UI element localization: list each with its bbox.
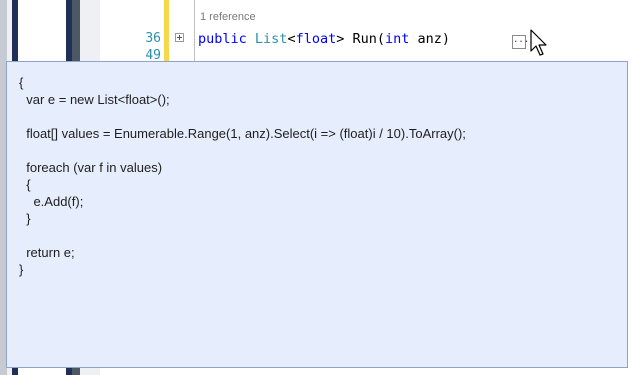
type-list: List — [254, 31, 288, 47]
parameter: anz) — [409, 31, 451, 47]
modified-line-marker — [164, 0, 169, 62]
code-line: foreach (var f in values) — [19, 160, 163, 175]
code-line: { — [19, 75, 24, 90]
code-line: var e = new List<float>(); — [19, 92, 170, 107]
line-number: 36 — [145, 31, 161, 46]
code-line: } — [19, 262, 24, 277]
collapsed-code-tooltip: { var e = new List<float>(); float[] val… — [6, 61, 628, 368]
method-signature: public List<float> Run(int anz) — [198, 31, 450, 47]
keyword-int: int — [385, 31, 410, 47]
codelens-reference-count[interactable]: 1 reference — [200, 11, 256, 23]
code-line: e.Add(f); — [19, 194, 84, 209]
collapsed-region-marker[interactable]: ... — [512, 35, 529, 49]
code-line: return e; — [19, 245, 75, 260]
code-line: } — [19, 211, 31, 226]
fold-guide-line — [194, 0, 195, 62]
method-name: > Run( — [336, 31, 385, 47]
tooltip-code-block: { var e = new List<float>(); float[] val… — [19, 74, 466, 278]
code-line: { — [19, 177, 31, 192]
expand-icon[interactable] — [175, 33, 184, 42]
keyword-public: public — [198, 31, 247, 47]
keyword-float: float — [295, 31, 337, 47]
generic-open: < — [287, 31, 296, 47]
mouse-pointer-icon — [530, 29, 547, 56]
code-line: float[] values = Enumerable.Range(1, anz… — [19, 126, 466, 141]
code-editor[interactable]: 36 49 1 reference public List<float> Run… — [100, 0, 639, 63]
